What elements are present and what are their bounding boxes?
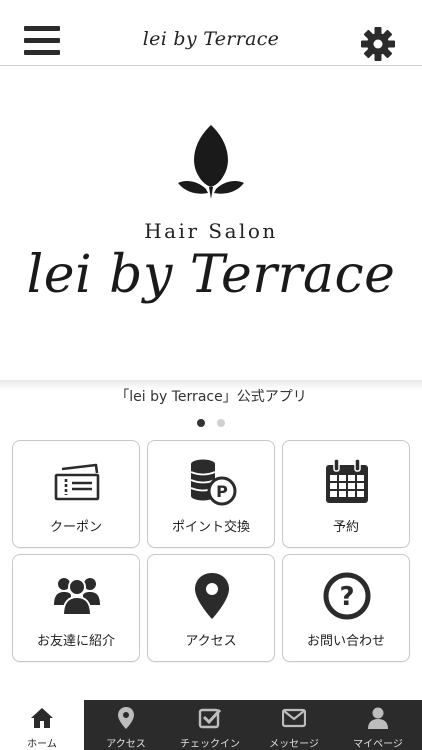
app-header: lei by Terrace (0, 0, 422, 66)
menu-icon-bar (24, 50, 60, 55)
reservation-tile[interactable]: 予約 (282, 440, 410, 548)
bottom-tab-bar: ホーム アクセス チェックイン メッセージ マイページ (0, 700, 422, 750)
tab-label: メッセージ (269, 739, 319, 750)
hero-caption: 「lei by Terrace」公式アプリ (115, 389, 307, 405)
menu-button[interactable] (24, 26, 60, 58)
ticket-icon (54, 463, 100, 501)
app-title: lei by Terrace (142, 28, 280, 50)
contact-tile[interactable]: ? お問い合わせ (282, 554, 410, 662)
leaf-logo-icon (178, 125, 244, 199)
calendar-icon (326, 458, 368, 503)
tab-label: マイページ (353, 739, 403, 750)
menu-icon-bar (24, 26, 60, 31)
tab-checkin[interactable]: チェックイン (168, 700, 252, 750)
menu-icon-bar (24, 38, 60, 43)
slide-dot[interactable] (197, 419, 206, 427)
tab-label: チェックイン (180, 739, 240, 750)
map-pin-icon (118, 707, 134, 729)
hero-subtitle: Hair Salon (144, 219, 278, 243)
checkin-icon (198, 708, 222, 729)
tab-home[interactable]: ホーム (0, 700, 84, 750)
access-tile[interactable]: アクセス (147, 554, 275, 662)
mail-icon (282, 708, 306, 728)
users-icon (54, 578, 100, 616)
tab-access[interactable]: アクセス (84, 700, 168, 750)
tile-label: ポイント交換 (171, 520, 250, 535)
gear-icon[interactable] (360, 26, 396, 62)
coupon-tile[interactable]: クーポン (12, 440, 140, 548)
hero-slide[interactable]: Hair Salon lei by Terrace (0, 67, 422, 380)
tab-label: アクセス (106, 739, 146, 750)
map-pin-icon (195, 573, 229, 619)
person-icon (368, 707, 388, 729)
point-exchange-tile[interactable]: P ポイント交換 (147, 440, 275, 548)
tab-label: ホーム (27, 739, 57, 750)
slide-dot[interactable] (216, 419, 225, 427)
hero-title: lei by Terrace (26, 245, 396, 305)
coins-icon: P (190, 459, 237, 506)
refer-friend-tile[interactable]: お友達に紹介 (12, 554, 140, 662)
tile-label: アクセス (185, 634, 237, 649)
tab-message[interactable]: メッセージ (252, 700, 336, 750)
question-icon: ? (323, 572, 371, 620)
slider-pagination (0, 412, 422, 431)
svg-text:P: P (216, 482, 228, 501)
svg-text:?: ? (339, 582, 354, 612)
tile-label: お友達に紹介 (36, 634, 115, 649)
tile-label: 予約 (332, 520, 359, 535)
home-icon (31, 708, 53, 728)
tab-mypage[interactable]: マイページ (336, 700, 422, 750)
tile-label: クーポン (49, 520, 102, 535)
tile-label: お問い合わせ (306, 634, 385, 649)
